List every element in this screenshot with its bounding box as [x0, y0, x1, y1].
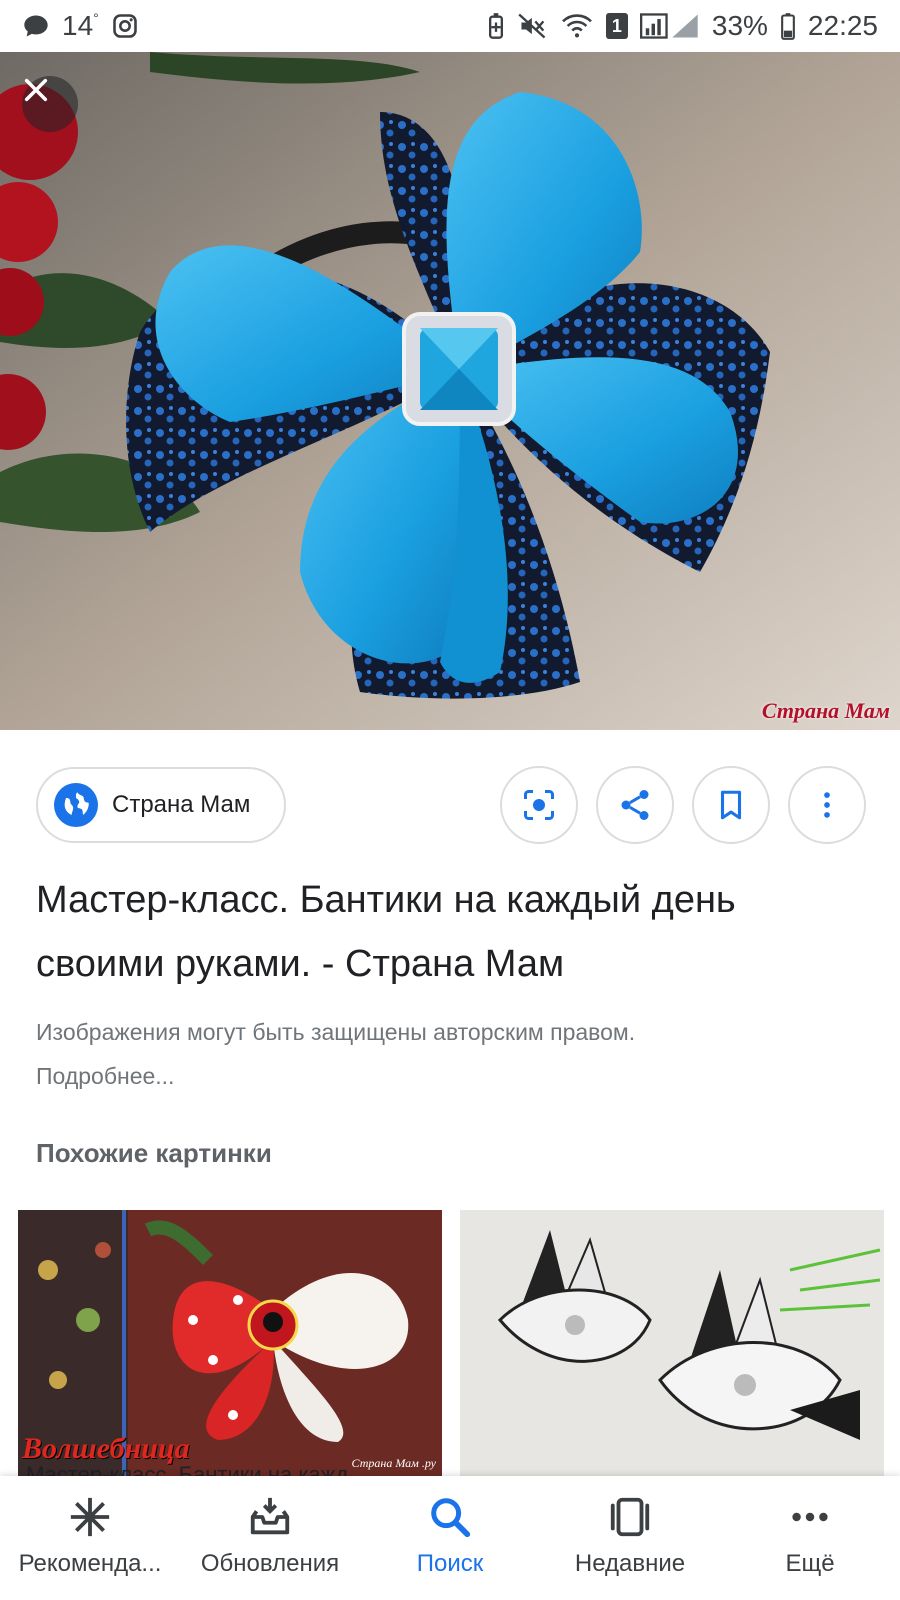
source-name: Страна Мам — [112, 791, 251, 818]
source-chip[interactable]: Страна Мам — [36, 767, 286, 843]
copyright-text: Изображения могут быть защищены авторски… — [36, 1019, 636, 1045]
nav-recent-label: Недавние — [574, 1550, 686, 1577]
similar-image-1[interactable]: Волшебница Страна Мам .ру — [18, 1210, 442, 1480]
status-bar: 14° 1 33% 22:25 — [0, 0, 900, 52]
similar-images-heading: Похожие картинки — [36, 1138, 272, 1168]
image-watermark: Страна Мам — [761, 698, 890, 723]
battery-percent: 33% — [711, 10, 768, 41]
lens-icon — [524, 790, 554, 820]
battery-icon — [780, 12, 796, 40]
image-actions — [500, 766, 866, 844]
more-vert-icon — [824, 792, 830, 818]
message-icon — [22, 12, 50, 40]
nav-more[interactable]: Ещё — [720, 1476, 900, 1600]
sim-badge: 1 — [605, 13, 628, 39]
bookmark-icon — [720, 790, 742, 820]
save-button[interactable] — [692, 766, 770, 844]
wifi-icon — [560, 12, 594, 40]
nav-search[interactable]: Поиск — [360, 1476, 540, 1600]
hero-image[interactable]: Страна Мам — [0, 52, 900, 730]
nav-discover-label: Рекоменда... — [18, 1550, 162, 1577]
more-horiz-icon — [792, 1512, 828, 1522]
similar-images-grid: Волшебница Страна Мам .ру Мастер-класс. … — [18, 1210, 884, 1487]
globe-icon — [54, 783, 98, 827]
close-icon — [24, 78, 48, 102]
similar-image-2[interactable] — [460, 1210, 884, 1480]
battery-saver-icon — [486, 12, 506, 40]
inbox-icon — [250, 1497, 290, 1535]
mute-icon — [518, 12, 548, 40]
lens-button[interactable] — [500, 766, 578, 844]
search-icon — [431, 1498, 471, 1538]
nav-updates[interactable]: Обновления — [180, 1476, 360, 1600]
copyright-notice: Изображения могут быть защищены авторски… — [36, 1010, 866, 1098]
thumb-overlay-text: Волшебница — [22, 1432, 190, 1465]
close-button[interactable] — [22, 76, 78, 132]
share-icon — [621, 790, 649, 820]
nav-more-label: Ещё — [785, 1550, 835, 1577]
more-info-link[interactable]: Подробнее... — [36, 1054, 866, 1098]
black-white-bows-illustration — [460, 1210, 884, 1480]
bottom-navigation: Рекоменда... Обновления Поиск Недавние Е… — [0, 1476, 900, 1600]
share-button[interactable] — [596, 766, 674, 844]
nav-recent[interactable]: Недавние — [540, 1476, 720, 1600]
signal-icon — [639, 12, 700, 40]
nav-discover[interactable]: Рекоменда... — [0, 1476, 180, 1600]
asterisk-icon — [70, 1497, 110, 1537]
source-row: Страна Мам — [36, 766, 866, 844]
result-title[interactable]: Мастер-класс. Бантики на каждый день сво… — [36, 868, 866, 996]
instagram-icon — [111, 12, 139, 40]
thumb-small-text: Страна Мам .ру — [351, 1456, 436, 1470]
temperature: 14° — [62, 10, 99, 41]
tabs-icon — [610, 1497, 650, 1537]
bow-illustration — [0, 52, 900, 730]
clock: 22:25 — [807, 10, 878, 41]
nav-search-label: Поиск — [416, 1550, 484, 1577]
nav-updates-label: Обновления — [200, 1550, 340, 1577]
more-options-button[interactable] — [788, 766, 866, 844]
